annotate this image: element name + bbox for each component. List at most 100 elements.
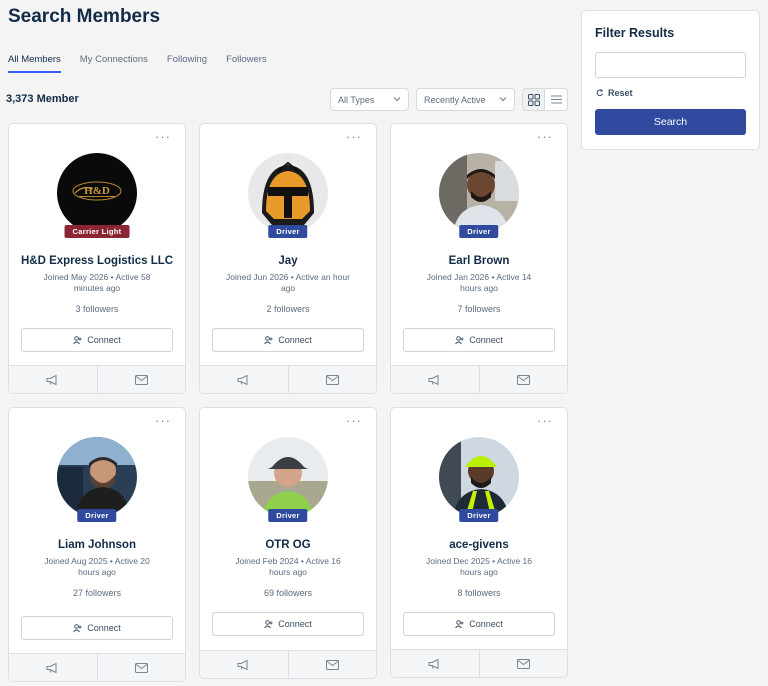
type-filter-select[interactable]: All Types <box>330 88 409 111</box>
avatar-logo-text: H&D <box>84 185 110 197</box>
member-followers: 27 followers <box>72 588 122 598</box>
member-followers: 69 followers <box>263 588 313 598</box>
more-options-icon[interactable]: ··· <box>155 414 171 427</box>
member-tabs: All Members My Connections Following Fol… <box>8 54 286 73</box>
megaphone-icon <box>46 374 57 385</box>
card-actions <box>391 649 567 677</box>
connect-button[interactable]: Connect <box>21 328 173 352</box>
card-actions <box>200 365 376 393</box>
avatar[interactable] <box>439 437 519 517</box>
mail-icon <box>134 374 148 385</box>
connect-label: Connect <box>278 619 312 629</box>
member-followers: 2 followers <box>266 304 310 314</box>
avatar[interactable] <box>439 153 519 233</box>
member-activity: Joined Feb 2024 • Active 16 hours ago <box>235 556 341 577</box>
member-card: ··· Driver ace-givens Joined Dec 2025 • … <box>390 407 568 678</box>
member-name[interactable]: H&D Express Logistics LLC <box>9 255 185 267</box>
message-button[interactable] <box>287 366 377 393</box>
card-actions <box>200 650 376 678</box>
grid-view-button[interactable] <box>522 88 545 111</box>
tab-my-connections[interactable]: My Connections <box>80 54 148 73</box>
connect-label: Connect <box>87 623 121 633</box>
member-card: ··· H&D Carrier Light H&D Express Logist… <box>8 123 186 394</box>
add-user-icon <box>264 619 273 628</box>
message-button[interactable] <box>96 654 186 681</box>
member-activity: Joined Jun 2026 • Active an hour ago <box>226 272 350 293</box>
grid-icon <box>527 93 540 106</box>
avatar[interactable] <box>57 437 137 517</box>
member-card: ··· Driver Liam Johnson Joined Aug 2025 … <box>8 407 186 682</box>
member-name[interactable]: OTR OG <box>200 539 376 551</box>
connect-button[interactable]: Connect <box>403 612 555 636</box>
message-button[interactable] <box>287 651 377 678</box>
more-options-icon[interactable]: ··· <box>346 414 362 427</box>
connect-label: Connect <box>469 619 503 629</box>
member-type-badge: Driver <box>77 509 117 522</box>
follow-button[interactable] <box>9 366 97 393</box>
follow-button[interactable] <box>200 366 288 393</box>
connect-label: Connect <box>469 335 503 345</box>
message-button[interactable] <box>96 366 186 393</box>
avatar[interactable]: H&D <box>57 153 137 233</box>
more-options-icon[interactable]: ··· <box>537 414 553 427</box>
list-icon <box>550 95 562 104</box>
megaphone-icon <box>428 374 439 385</box>
page-title: Search Members <box>8 6 161 27</box>
member-name[interactable]: Jay <box>200 255 376 267</box>
add-user-icon <box>73 623 82 632</box>
member-type-badge: Driver <box>268 225 308 238</box>
type-filter-value: All Types <box>338 94 375 105</box>
member-activity: Joined Jan 2026 • Active 14 hours ago <box>426 272 532 293</box>
tab-followers[interactable]: Followers <box>226 54 267 73</box>
message-button[interactable] <box>478 366 568 393</box>
megaphone-icon <box>237 374 248 385</box>
message-button[interactable] <box>478 650 568 677</box>
avatar[interactable] <box>248 153 328 233</box>
mail-icon <box>325 659 339 670</box>
follow-button[interactable] <box>391 650 479 677</box>
add-user-icon <box>264 335 273 344</box>
more-options-icon[interactable]: ··· <box>155 130 171 143</box>
add-user-icon <box>455 335 464 344</box>
megaphone-icon <box>428 658 439 669</box>
member-type-badge: Driver <box>459 225 499 238</box>
member-card: ··· Driver Earl Brown Joined Jan 2026 • … <box>390 123 568 394</box>
member-activity: Joined Dec 2025 • Active 16 hours ago <box>426 556 532 577</box>
megaphone-icon <box>237 659 248 670</box>
filter-search-input[interactable] <box>595 52 746 78</box>
more-options-icon[interactable]: ··· <box>346 130 362 143</box>
member-card: ··· Driver OTR OG Joined Feb 2024 • Acti… <box>199 407 377 679</box>
mail-icon <box>325 374 339 385</box>
member-type-badge: Driver <box>268 509 308 522</box>
list-view-button[interactable] <box>545 88 568 111</box>
connect-button[interactable]: Connect <box>212 328 364 352</box>
connect-button[interactable]: Connect <box>21 616 173 640</box>
more-options-icon[interactable]: ··· <box>537 130 553 143</box>
sort-filter-select[interactable]: Recently Active <box>416 88 515 111</box>
reset-icon <box>596 89 604 97</box>
member-name[interactable]: ace-givens <box>391 539 567 551</box>
mail-icon <box>516 374 530 385</box>
filter-panel: Filter Results Reset Search <box>581 10 760 150</box>
connect-label: Connect <box>87 335 121 345</box>
tab-all-members[interactable]: All Members <box>8 54 61 73</box>
chevron-down-icon <box>499 95 507 103</box>
member-name[interactable]: Earl Brown <box>391 255 567 267</box>
reset-label: Reset <box>608 88 633 98</box>
follow-button[interactable] <box>391 366 479 393</box>
add-user-icon <box>73 335 82 344</box>
member-activity: Joined Aug 2025 • Active 20 hours ago <box>44 556 150 577</box>
member-card: ··· Driver Jay Joined Jun 2026 • Active … <box>199 123 377 394</box>
tab-following[interactable]: Following <box>167 54 207 73</box>
reset-button[interactable]: Reset <box>596 88 633 98</box>
connect-button[interactable]: Connect <box>403 328 555 352</box>
follow-button[interactable] <box>200 651 288 678</box>
search-button[interactable]: Search <box>595 109 746 135</box>
member-activity: Joined May 2026 • Active 58 minutes ago <box>43 272 151 293</box>
follow-button[interactable] <box>9 654 97 681</box>
avatar[interactable] <box>248 437 328 517</box>
member-name[interactable]: Liam Johnson <box>9 539 185 551</box>
member-type-badge: Driver <box>459 509 499 522</box>
connect-button[interactable]: Connect <box>212 612 364 636</box>
card-actions <box>9 365 185 393</box>
